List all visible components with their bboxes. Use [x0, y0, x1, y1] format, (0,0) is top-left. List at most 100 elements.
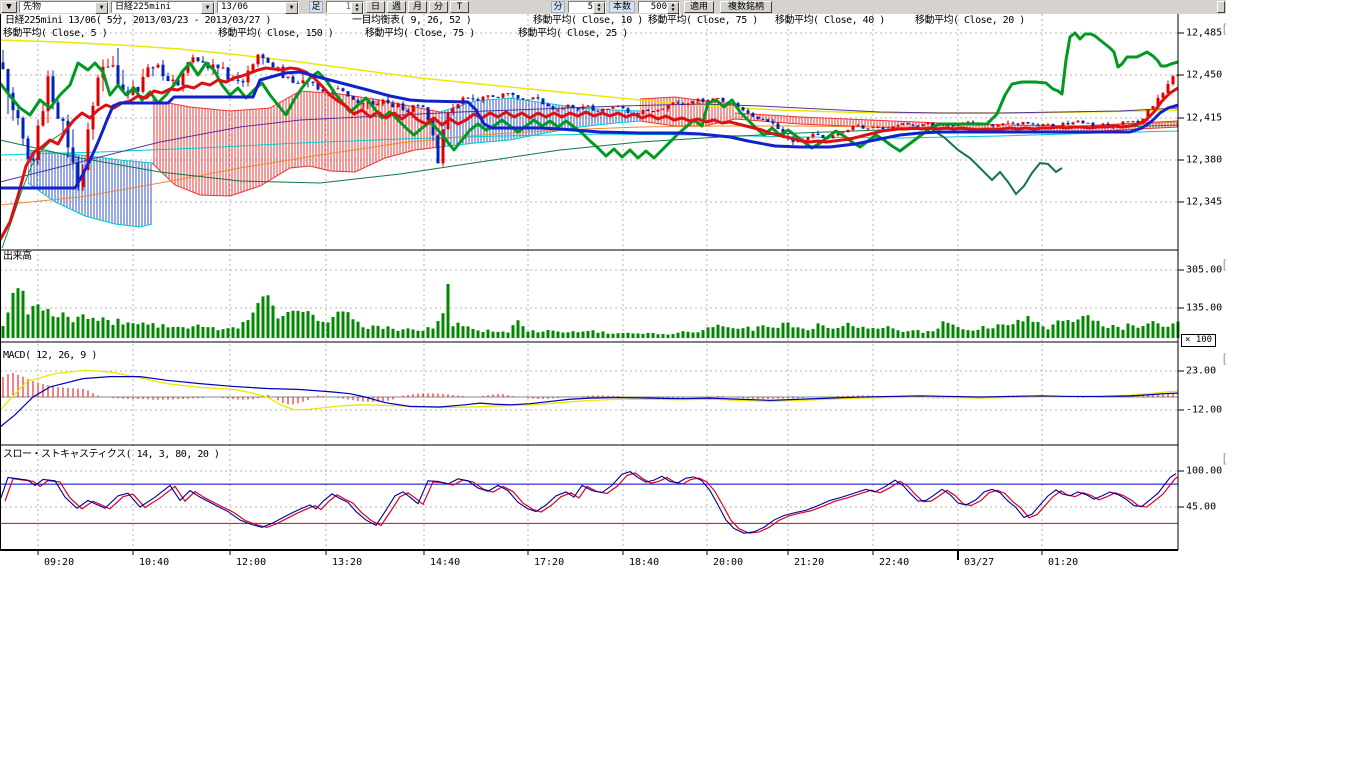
candle: [657, 110, 660, 112]
candle: [32, 159, 35, 160]
volume-bar: [247, 320, 250, 338]
toolbar-grip[interactable]: [1217, 1, 1225, 13]
volume-bar: [447, 284, 450, 338]
candle: [652, 111, 655, 112]
bar-count-label: 本数: [609, 1, 635, 13]
volume-bars: [2, 284, 1180, 338]
candle: [1077, 121, 1080, 123]
volume-bar: [667, 335, 670, 338]
candle: [422, 106, 425, 108]
y-axis-label: 23.00: [1186, 366, 1216, 377]
volume-bar: [322, 322, 325, 338]
candle: [742, 107, 745, 110]
volume-bar: [97, 321, 100, 338]
y-axis-label: 305.00: [1186, 265, 1222, 276]
volume-bar: [1127, 323, 1130, 338]
chart-area[interactable]: 日経225mini 13/06( 5分, 2013/03/23 - 2013/0…: [0, 0, 1366, 768]
candle: [687, 103, 690, 105]
pane-scale-marker: [: [1221, 352, 1228, 366]
period-daily-button[interactable]: 日: [366, 1, 385, 13]
period-tick-button[interactable]: T: [450, 1, 469, 13]
volume-bar: [1172, 323, 1175, 338]
bar-type-stepper[interactable]: 1 ▲▼: [326, 1, 364, 13]
candle: [272, 63, 275, 67]
legend-item: 移動平均( Close, 5 ): [3, 28, 107, 40]
volume-bar: [37, 304, 40, 338]
volume-bar: [507, 333, 510, 338]
volume-bar: [612, 334, 615, 338]
period-weekly-button[interactable]: 週: [387, 1, 406, 13]
volume-bar: [822, 325, 825, 338]
volume-bar: [872, 328, 875, 338]
volume-bar: [337, 312, 340, 338]
contract-dropdown[interactable]: 13/06 ▼: [217, 1, 299, 13]
candle: [117, 65, 120, 84]
volume-bar: [752, 331, 755, 338]
candle: [297, 83, 300, 84]
volume-bar: [1037, 322, 1040, 338]
volume-bar: [242, 322, 245, 338]
volume-bar: [452, 326, 455, 338]
chevron-down-icon[interactable]: ▼: [285, 2, 298, 14]
volume-bar: [1022, 321, 1025, 338]
volume-bar: [257, 303, 260, 338]
volume-bar: [657, 334, 660, 338]
chevron-down-icon[interactable]: ▼: [201, 2, 214, 14]
candle: [397, 104, 400, 108]
spinner-arrows-icon[interactable]: ▲▼: [351, 2, 363, 14]
candle: [1052, 124, 1055, 126]
bar-count-stepper[interactable]: 500 ▲▼: [638, 1, 680, 13]
volume-bar: [952, 325, 955, 338]
category-dropdown[interactable]: 先物 ▼: [19, 1, 109, 13]
candle: [527, 100, 530, 101]
volume-bar: [537, 332, 540, 338]
candle: [992, 124, 995, 125]
candle: [152, 67, 155, 68]
candle: [587, 105, 590, 106]
candle: [602, 109, 605, 112]
volume-bar: [167, 327, 170, 338]
minute-stepper[interactable]: 5 ▲▼: [568, 1, 606, 13]
volume-bar: [502, 332, 505, 338]
spinner-arrows-icon[interactable]: ▲▼: [667, 2, 679, 14]
period-minute-button[interactable]: 分: [429, 1, 448, 13]
volume-bar: [992, 328, 995, 338]
symbol-dropdown[interactable]: 日経225mini ▼: [111, 1, 215, 13]
volume-bar: [1067, 320, 1070, 338]
candle: [157, 65, 160, 68]
candle: [662, 109, 665, 110]
legend-item: 移動平均( Close, 75 ): [365, 28, 475, 40]
candle: [197, 57, 200, 61]
volume-bar: [622, 333, 625, 338]
legend-item: 移動平均( Close, 25 ): [518, 28, 628, 40]
candle: [377, 104, 380, 106]
candle: [237, 80, 240, 81]
candle: [607, 109, 610, 110]
volume-bar: [297, 311, 300, 338]
candle: [337, 88, 340, 89]
volume-bar: [862, 327, 865, 338]
volume-bar: [512, 325, 515, 338]
volume-bar: [267, 295, 270, 338]
candle: [502, 94, 505, 98]
chevron-down-icon[interactable]: ▼: [95, 2, 108, 14]
apply-button[interactable]: 適用: [684, 1, 714, 13]
multi-symbol-button[interactable]: 複数銘柄: [720, 1, 772, 13]
volume-bar: [1032, 322, 1035, 338]
volume-bar: [722, 326, 725, 338]
period-monthly-button[interactable]: 月: [408, 1, 427, 13]
candle: [567, 105, 570, 108]
volume-bar: [112, 325, 115, 338]
volume-bar: [902, 332, 905, 338]
candle: [772, 122, 775, 124]
candle: [512, 93, 515, 95]
candle: [1002, 123, 1005, 125]
candle: [1022, 122, 1025, 124]
candle: [537, 97, 540, 98]
candle: [882, 127, 885, 129]
chart-menu-dropdown-button[interactable]: ▼: [1, 1, 17, 13]
candle: [747, 110, 750, 113]
candle: [697, 99, 700, 101]
volume-bar: [142, 323, 145, 338]
spinner-arrows-icon[interactable]: ▲▼: [593, 2, 605, 14]
